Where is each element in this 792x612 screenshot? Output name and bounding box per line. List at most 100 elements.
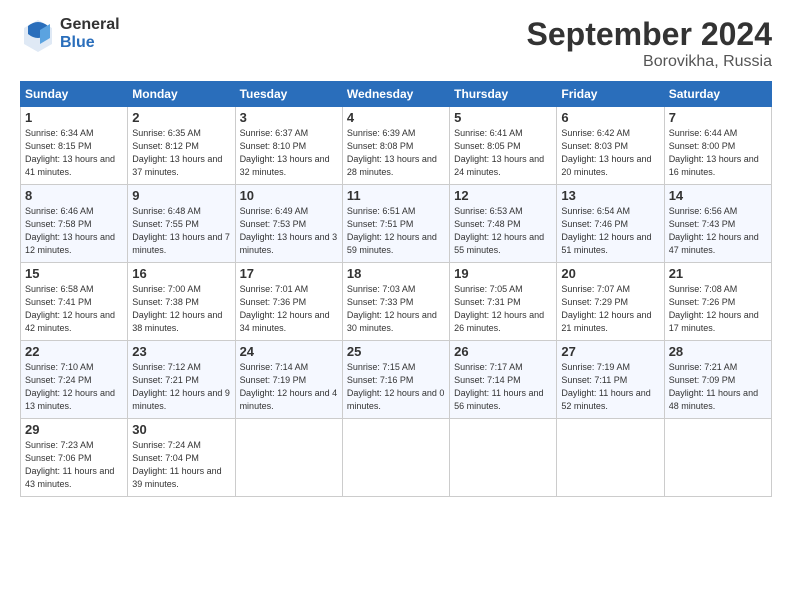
calendar-cell: 6 Sunrise: 6:42 AM Sunset: 8:03 PM Dayli… <box>557 107 664 185</box>
day-number: 9 <box>132 188 230 203</box>
week-row-1: 1 Sunrise: 6:34 AM Sunset: 8:15 PM Dayli… <box>21 107 772 185</box>
day-number: 1 <box>25 110 123 125</box>
day-info: Sunrise: 6:37 AM Sunset: 8:10 PM Dayligh… <box>240 127 338 179</box>
calendar-cell <box>342 419 449 497</box>
day-number: 14 <box>669 188 767 203</box>
calendar-cell: 25 Sunrise: 7:15 AM Sunset: 7:16 PM Dayl… <box>342 341 449 419</box>
calendar-cell: 23 Sunrise: 7:12 AM Sunset: 7:21 PM Dayl… <box>128 341 235 419</box>
day-number: 12 <box>454 188 552 203</box>
calendar-cell: 14 Sunrise: 6:56 AM Sunset: 7:43 PM Dayl… <box>664 185 771 263</box>
day-number: 24 <box>240 344 338 359</box>
calendar-cell: 24 Sunrise: 7:14 AM Sunset: 7:19 PM Dayl… <box>235 341 342 419</box>
th-saturday: Saturday <box>664 82 771 107</box>
calendar-cell: 8 Sunrise: 6:46 AM Sunset: 7:58 PM Dayli… <box>21 185 128 263</box>
calendar-cell: 4 Sunrise: 6:39 AM Sunset: 8:08 PM Dayli… <box>342 107 449 185</box>
month-title: September 2024 <box>527 16 772 53</box>
logo-icon <box>20 16 56 52</box>
calendar-cell: 15 Sunrise: 6:58 AM Sunset: 7:41 PM Dayl… <box>21 263 128 341</box>
day-info: Sunrise: 6:35 AM Sunset: 8:12 PM Dayligh… <box>132 127 230 179</box>
calendar-cell: 1 Sunrise: 6:34 AM Sunset: 8:15 PM Dayli… <box>21 107 128 185</box>
logo-text: General Blue <box>60 16 120 51</box>
day-info: Sunrise: 7:14 AM Sunset: 7:19 PM Dayligh… <box>240 361 338 413</box>
day-info: Sunrise: 7:21 AM Sunset: 7:09 PM Dayligh… <box>669 361 767 413</box>
calendar-cell: 30 Sunrise: 7:24 AM Sunset: 7:04 PM Dayl… <box>128 419 235 497</box>
day-number: 10 <box>240 188 338 203</box>
day-info: Sunrise: 6:42 AM Sunset: 8:03 PM Dayligh… <box>561 127 659 179</box>
calendar-cell: 29 Sunrise: 7:23 AM Sunset: 7:06 PM Dayl… <box>21 419 128 497</box>
calendar-cell <box>235 419 342 497</box>
calendar-table: Sunday Monday Tuesday Wednesday Thursday… <box>20 81 772 497</box>
day-number: 22 <box>25 344 123 359</box>
day-info: Sunrise: 6:34 AM Sunset: 8:15 PM Dayligh… <box>25 127 123 179</box>
day-number: 3 <box>240 110 338 125</box>
day-info: Sunrise: 7:03 AM Sunset: 7:33 PM Dayligh… <box>347 283 445 335</box>
day-number: 17 <box>240 266 338 281</box>
day-info: Sunrise: 7:19 AM Sunset: 7:11 PM Dayligh… <box>561 361 659 413</box>
day-info: Sunrise: 7:07 AM Sunset: 7:29 PM Dayligh… <box>561 283 659 335</box>
day-info: Sunrise: 7:05 AM Sunset: 7:31 PM Dayligh… <box>454 283 552 335</box>
title-block: September 2024 Borovikha, Russia <box>527 16 772 71</box>
day-number: 5 <box>454 110 552 125</box>
calendar-cell: 5 Sunrise: 6:41 AM Sunset: 8:05 PM Dayli… <box>450 107 557 185</box>
calendar-cell: 12 Sunrise: 6:53 AM Sunset: 7:48 PM Dayl… <box>450 185 557 263</box>
day-info: Sunrise: 6:58 AM Sunset: 7:41 PM Dayligh… <box>25 283 123 335</box>
logo-general-text: General <box>60 16 120 34</box>
logo: General Blue <box>20 16 120 52</box>
day-info: Sunrise: 7:24 AM Sunset: 7:04 PM Dayligh… <box>132 439 230 491</box>
day-info: Sunrise: 6:49 AM Sunset: 7:53 PM Dayligh… <box>240 205 338 257</box>
day-info: Sunrise: 6:56 AM Sunset: 7:43 PM Dayligh… <box>669 205 767 257</box>
calendar-cell: 20 Sunrise: 7:07 AM Sunset: 7:29 PM Dayl… <box>557 263 664 341</box>
day-info: Sunrise: 6:48 AM Sunset: 7:55 PM Dayligh… <box>132 205 230 257</box>
th-sunday: Sunday <box>21 82 128 107</box>
day-number: 28 <box>669 344 767 359</box>
day-info: Sunrise: 7:23 AM Sunset: 7:06 PM Dayligh… <box>25 439 123 491</box>
calendar-cell: 13 Sunrise: 6:54 AM Sunset: 7:46 PM Dayl… <box>557 185 664 263</box>
location: Borovikha, Russia <box>527 53 772 71</box>
week-row-5: 29 Sunrise: 7:23 AM Sunset: 7:06 PM Dayl… <box>21 419 772 497</box>
day-number: 29 <box>25 422 123 437</box>
day-number: 2 <box>132 110 230 125</box>
calendar-cell: 2 Sunrise: 6:35 AM Sunset: 8:12 PM Dayli… <box>128 107 235 185</box>
calendar-cell: 21 Sunrise: 7:08 AM Sunset: 7:26 PM Dayl… <box>664 263 771 341</box>
day-number: 25 <box>347 344 445 359</box>
calendar-cell: 19 Sunrise: 7:05 AM Sunset: 7:31 PM Dayl… <box>450 263 557 341</box>
day-info: Sunrise: 7:17 AM Sunset: 7:14 PM Dayligh… <box>454 361 552 413</box>
day-number: 7 <box>669 110 767 125</box>
day-info: Sunrise: 7:08 AM Sunset: 7:26 PM Dayligh… <box>669 283 767 335</box>
day-number: 20 <box>561 266 659 281</box>
calendar-cell: 28 Sunrise: 7:21 AM Sunset: 7:09 PM Dayl… <box>664 341 771 419</box>
day-number: 21 <box>669 266 767 281</box>
day-number: 16 <box>132 266 230 281</box>
th-wednesday: Wednesday <box>342 82 449 107</box>
header-row: Sunday Monday Tuesday Wednesday Thursday… <box>21 82 772 107</box>
day-info: Sunrise: 6:51 AM Sunset: 7:51 PM Dayligh… <box>347 205 445 257</box>
calendar-cell: 17 Sunrise: 7:01 AM Sunset: 7:36 PM Dayl… <box>235 263 342 341</box>
day-number: 27 <box>561 344 659 359</box>
day-info: Sunrise: 7:10 AM Sunset: 7:24 PM Dayligh… <box>25 361 123 413</box>
calendar-cell: 3 Sunrise: 6:37 AM Sunset: 8:10 PM Dayli… <box>235 107 342 185</box>
calendar-cell: 10 Sunrise: 6:49 AM Sunset: 7:53 PM Dayl… <box>235 185 342 263</box>
day-number: 23 <box>132 344 230 359</box>
day-info: Sunrise: 6:53 AM Sunset: 7:48 PM Dayligh… <box>454 205 552 257</box>
calendar-cell: 18 Sunrise: 7:03 AM Sunset: 7:33 PM Dayl… <box>342 263 449 341</box>
calendar-cell: 11 Sunrise: 6:51 AM Sunset: 7:51 PM Dayl… <box>342 185 449 263</box>
day-number: 13 <box>561 188 659 203</box>
day-info: Sunrise: 7:15 AM Sunset: 7:16 PM Dayligh… <box>347 361 445 413</box>
calendar-cell: 9 Sunrise: 6:48 AM Sunset: 7:55 PM Dayli… <box>128 185 235 263</box>
day-number: 18 <box>347 266 445 281</box>
day-info: Sunrise: 6:54 AM Sunset: 7:46 PM Dayligh… <box>561 205 659 257</box>
week-row-3: 15 Sunrise: 6:58 AM Sunset: 7:41 PM Dayl… <box>21 263 772 341</box>
logo-blue-text: Blue <box>60 34 120 52</box>
th-thursday: Thursday <box>450 82 557 107</box>
calendar-cell: 16 Sunrise: 7:00 AM Sunset: 7:38 PM Dayl… <box>128 263 235 341</box>
th-friday: Friday <box>557 82 664 107</box>
day-info: Sunrise: 6:46 AM Sunset: 7:58 PM Dayligh… <box>25 205 123 257</box>
calendar-cell: 22 Sunrise: 7:10 AM Sunset: 7:24 PM Dayl… <box>21 341 128 419</box>
day-number: 30 <box>132 422 230 437</box>
header: General Blue September 2024 Borovikha, R… <box>20 16 772 71</box>
calendar-cell <box>450 419 557 497</box>
day-number: 8 <box>25 188 123 203</box>
calendar-cell: 7 Sunrise: 6:44 AM Sunset: 8:00 PM Dayli… <box>664 107 771 185</box>
week-row-4: 22 Sunrise: 7:10 AM Sunset: 7:24 PM Dayl… <box>21 341 772 419</box>
day-number: 11 <box>347 188 445 203</box>
